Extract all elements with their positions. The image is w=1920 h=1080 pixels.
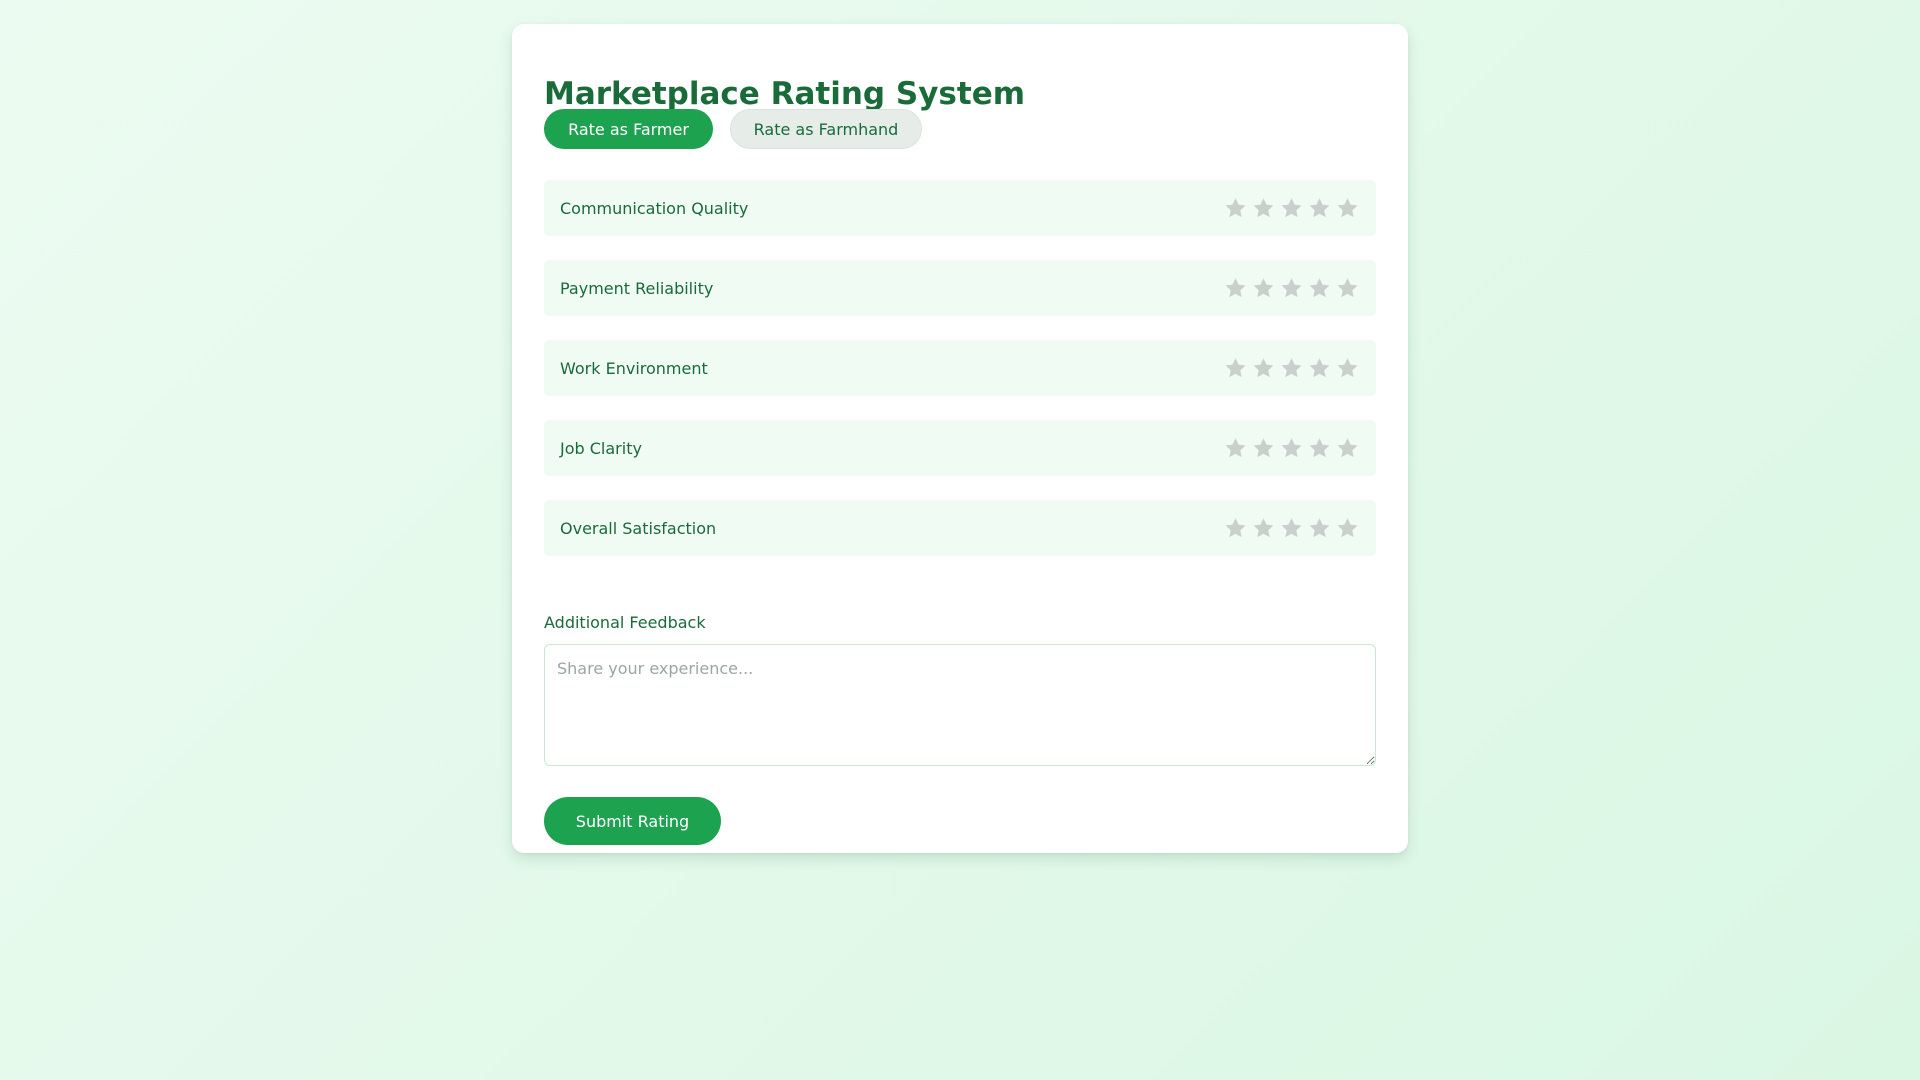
feedback-textarea[interactable]: [544, 644, 1376, 766]
criterion-label: Work Environment: [560, 358, 708, 378]
star-rating: [1223, 276, 1360, 301]
star-icon[interactable]: [1335, 276, 1360, 301]
star-icon[interactable]: [1307, 436, 1332, 461]
criterion-label: Payment Reliability: [560, 278, 714, 298]
criterion-label: Communication Quality: [560, 198, 749, 218]
criterion-row-payment-reliability: Payment Reliability: [544, 260, 1376, 316]
star-icon[interactable]: [1335, 356, 1360, 381]
star-icon[interactable]: [1279, 516, 1304, 541]
star-icon[interactable]: [1279, 196, 1304, 221]
star-icon[interactable]: [1279, 276, 1304, 301]
criterion-row-job-clarity: Job Clarity: [544, 420, 1376, 476]
star-rating: [1223, 516, 1360, 541]
feedback-label: Additional Feedback: [544, 613, 706, 632]
star-icon[interactable]: [1307, 516, 1332, 541]
star-icon[interactable]: [1251, 276, 1276, 301]
star-icon[interactable]: [1335, 516, 1360, 541]
star-icon[interactable]: [1223, 516, 1248, 541]
star-icon[interactable]: [1335, 436, 1360, 461]
submit-rating-button[interactable]: Submit Rating: [544, 797, 721, 845]
rate-as-farmhand-button[interactable]: Rate as Farmhand: [730, 109, 922, 149]
star-rating: [1223, 436, 1360, 461]
criterion-row-work-environment: Work Environment: [544, 340, 1376, 396]
rating-card: Marketplace Rating System Rate as Farmer…: [512, 24, 1408, 853]
star-icon[interactable]: [1335, 196, 1360, 221]
star-rating: [1223, 196, 1360, 221]
rate-as-farmer-button[interactable]: Rate as Farmer: [544, 109, 713, 149]
star-icon[interactable]: [1307, 276, 1332, 301]
page-title: Marketplace Rating System: [544, 76, 1026, 112]
star-icon[interactable]: [1251, 356, 1276, 381]
star-icon[interactable]: [1223, 436, 1248, 461]
star-icon[interactable]: [1251, 196, 1276, 221]
criterion-label: Overall Satisfaction: [560, 518, 717, 538]
star-icon[interactable]: [1307, 356, 1332, 381]
star-icon[interactable]: [1279, 356, 1304, 381]
star-icon[interactable]: [1223, 196, 1248, 221]
star-rating: [1223, 356, 1360, 381]
criterion-label: Job Clarity: [560, 438, 642, 458]
criterion-row-communication-quality: Communication Quality: [544, 180, 1376, 236]
star-icon[interactable]: [1251, 516, 1276, 541]
criterion-row-overall-satisfaction: Overall Satisfaction: [544, 500, 1376, 556]
star-icon[interactable]: [1251, 436, 1276, 461]
star-icon[interactable]: [1279, 436, 1304, 461]
star-icon[interactable]: [1307, 196, 1332, 221]
star-icon[interactable]: [1223, 356, 1248, 381]
star-icon[interactable]: [1223, 276, 1248, 301]
